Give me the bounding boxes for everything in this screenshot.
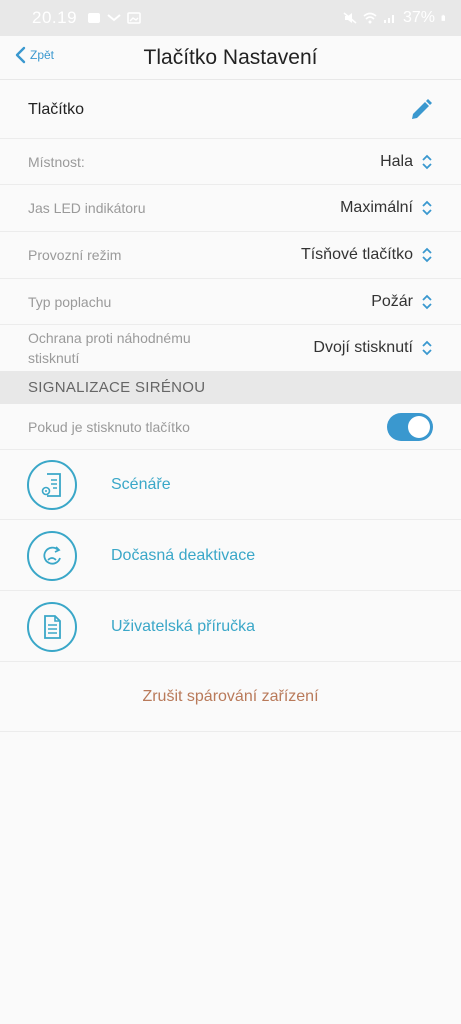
battery-icon (441, 14, 445, 21)
link-label: Dočasná deaktivace (111, 546, 256, 564)
link-label: Scénáře (111, 475, 171, 493)
setting-label: Jas LED indikátoru (28, 200, 146, 216)
toggle-label: Pokud je stisknuto tlačítko (28, 418, 190, 435)
status-time: 20.19 (32, 8, 78, 27)
setting-label: Typ poplachu (28, 293, 112, 310)
setting-accidental-press[interactable]: Ochrana proti náhodnému stisknutí Dvojí … (0, 325, 461, 371)
page-title: Tlačítko Nastavení (143, 45, 318, 69)
setting-label: Ochrana proti náhodnému stisknutí (28, 330, 191, 366)
back-button[interactable]: Zpět (14, 46, 54, 64)
updown-chevron-icon (422, 294, 432, 309)
scenario-icon (27, 459, 77, 510)
mute-icon (343, 12, 357, 24)
setting-value: Dvojí stisknutí (313, 339, 413, 356)
signal-icon (383, 15, 394, 23)
status-right: 37% (343, 9, 449, 27)
device-name: Tlačítko (28, 100, 85, 118)
setting-value: Hala (380, 152, 413, 170)
nav-bar: Zpět Tlačítko Nastavení (0, 36, 461, 80)
updown-chevron-icon (422, 200, 432, 216)
updown-chevron-icon (422, 340, 432, 356)
setting-value: Požár (371, 292, 413, 310)
back-label: Zpět (30, 48, 55, 62)
setting-value: Tísňové tlačítko (300, 246, 413, 263)
link-user-manual[interactable]: Uživatelská příručka (0, 592, 461, 662)
setting-room[interactable]: Místnost: Hala (0, 139, 461, 185)
link-scenarios[interactable]: Scénáře (0, 450, 461, 520)
device-name-row: Tlačítko (0, 81, 461, 139)
setting-alarm-type[interactable]: Typ poplachu Požár (0, 279, 461, 325)
unpair-device-button[interactable]: Zrušit spárování zařízení (0, 662, 461, 732)
chevron-left-icon (15, 46, 26, 64)
link-label: Uživatelská příručka (111, 617, 256, 635)
mail-icon (107, 14, 121, 22)
setting-operating-mode[interactable]: Provozní režim Tísňové tlačítko (0, 232, 461, 279)
deactivate-icon (27, 530, 77, 581)
image-icon (127, 12, 141, 24)
updown-chevron-icon (422, 247, 432, 263)
manual-icon (27, 601, 77, 652)
siren-toggle[interactable] (387, 412, 433, 441)
setting-label: Místnost: (28, 153, 85, 170)
siren-toggle-row: Pokud je stisknuto tlačítko (0, 404, 461, 450)
updown-chevron-icon (422, 154, 432, 169)
edit-pencil-icon[interactable] (409, 98, 433, 122)
setting-label: Provozní režim (28, 247, 122, 263)
setting-value: Maximální (340, 199, 413, 216)
link-temporary-deactivation[interactable]: Dočasná deaktivace (0, 521, 461, 591)
battery-percent: 37% (402, 9, 435, 26)
section-siren-header: SIGNALIZACE SIRÉNOU (0, 371, 461, 404)
wifi-icon (363, 12, 377, 24)
setting-led-brightness[interactable]: Jas LED indikátoru Maximální (0, 185, 461, 232)
notification-icon (88, 13, 101, 23)
status-bar: 20.19 37% (0, 0, 461, 36)
notification-icons (87, 12, 141, 24)
